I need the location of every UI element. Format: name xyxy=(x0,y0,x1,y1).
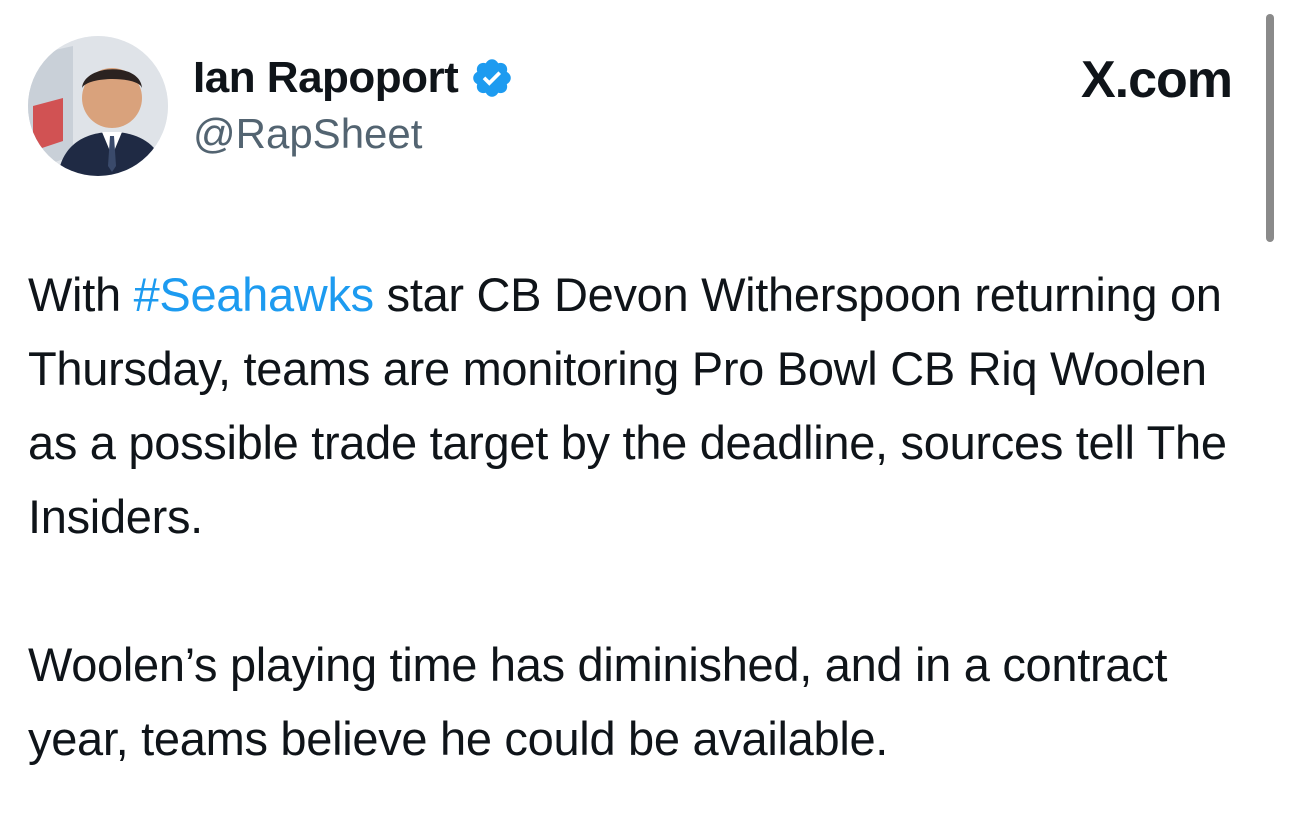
hashtag-link[interactable]: #Seahawks xyxy=(134,268,375,321)
tweet-paragraph-2: Woolen’s playing time has diminished, an… xyxy=(28,638,1168,765)
tweet-text: With #Seahawks star CB Devon Witherspoon… xyxy=(28,258,1248,776)
avatar[interactable] xyxy=(28,36,168,176)
x-com-logo[interactable]: X.com xyxy=(1081,50,1233,110)
display-name[interactable]: Ian Rapoport xyxy=(193,53,459,103)
author-handle[interactable]: @RapSheet xyxy=(193,110,422,158)
tweet-paragraph-1: With #Seahawks star CB Devon Witherspoon… xyxy=(28,258,1248,554)
profile-photo-icon xyxy=(28,36,168,176)
tweet-text-prefix: With xyxy=(28,268,134,321)
author-name-row: Ian Rapoport xyxy=(193,50,514,106)
scrollbar[interactable] xyxy=(1266,14,1274,242)
verified-badge-icon xyxy=(473,59,512,97)
